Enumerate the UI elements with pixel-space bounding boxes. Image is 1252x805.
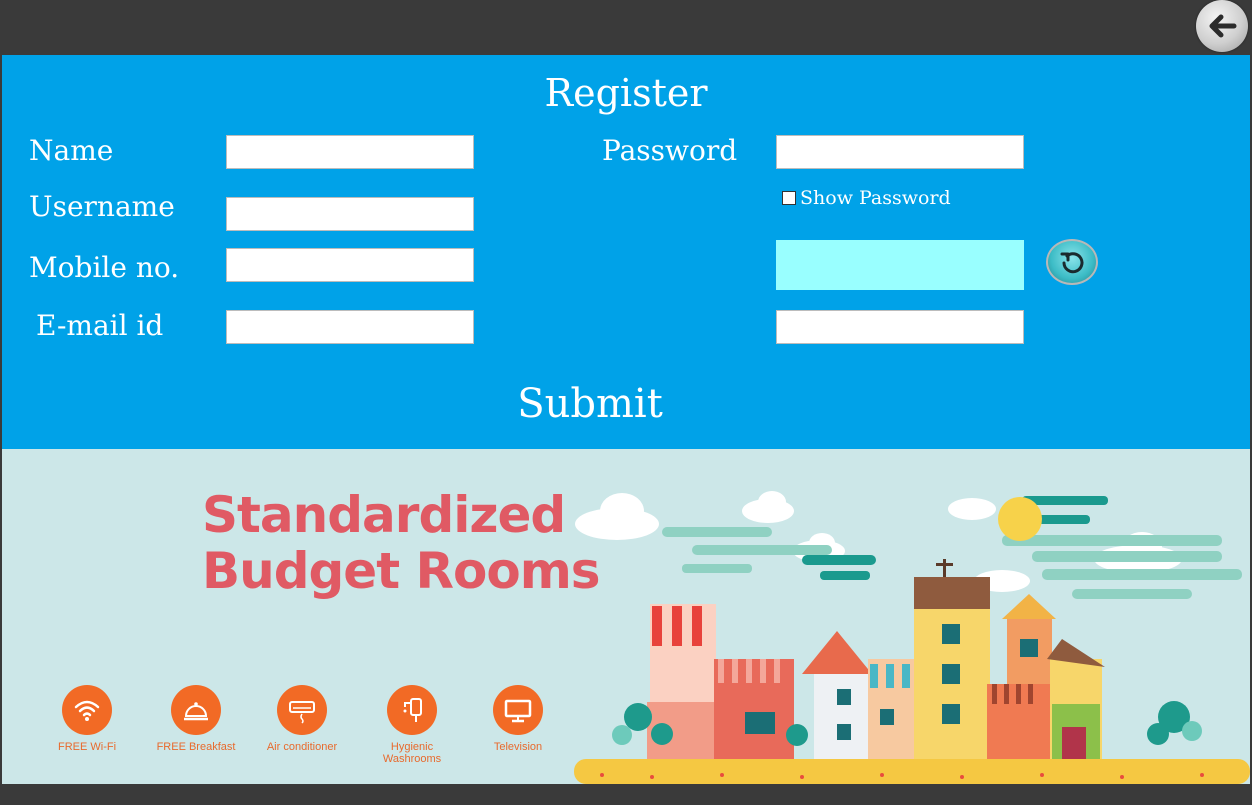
- breakfast-cloche-icon: [171, 685, 221, 735]
- amenity-breakfast: FREE Breakfast: [146, 685, 246, 753]
- washroom-icon: [387, 685, 437, 735]
- amenity-tv: Television: [468, 685, 568, 753]
- amenity-ac: Air conditioner: [252, 685, 352, 753]
- banner-title-line1: Standardized: [202, 486, 566, 544]
- amenity-label: FREE Wi-Fi: [57, 741, 117, 753]
- title-bar: [0, 0, 1252, 55]
- mobile-label: Mobile no.: [29, 251, 180, 284]
- register-form: Register Name Username Mobile no. E-mail…: [2, 55, 1250, 449]
- email-field[interactable]: [226, 310, 474, 344]
- username-field[interactable]: [226, 197, 474, 231]
- bottom-bar: [0, 784, 1252, 805]
- password-field[interactable]: [776, 135, 1024, 169]
- air-conditioner-icon: [277, 685, 327, 735]
- refresh-captcha-button[interactable]: [1046, 239, 1098, 285]
- username-label: Username: [29, 190, 175, 223]
- submit-button[interactable]: Submit: [2, 381, 1178, 427]
- name-field[interactable]: [226, 135, 474, 169]
- wifi-icon: [62, 685, 112, 735]
- banner-title-line2: Budget Rooms: [202, 542, 601, 600]
- name-label: Name: [29, 134, 114, 167]
- amenity-label: FREE Breakfast: [156, 741, 236, 753]
- amenity-label: Television: [493, 741, 543, 753]
- amenity-wifi: FREE Wi-Fi: [37, 685, 137, 753]
- mobile-field[interactable]: [226, 248, 474, 282]
- captcha-display: [776, 240, 1024, 290]
- show-password-label: Show Password: [800, 187, 951, 209]
- form-title: Register: [544, 71, 708, 115]
- back-button[interactable]: [1196, 0, 1248, 52]
- amenity-label: Hygienic Washrooms: [382, 741, 442, 765]
- amenity-label: Air conditioner: [266, 741, 338, 753]
- email-label: E-mail id: [36, 309, 164, 342]
- amenity-washroom: Hygienic Washrooms: [362, 685, 462, 765]
- budget-rooms-banner: Standardized Budget Rooms FREE Wi-Fi FRE…: [2, 449, 1250, 784]
- banner-title: Standardized Budget Rooms: [202, 486, 601, 600]
- show-password-toggle[interactable]: Show Password: [782, 187, 951, 209]
- back-arrow-icon: [1209, 14, 1237, 38]
- television-icon: [493, 685, 543, 735]
- captcha-input[interactable]: [776, 310, 1024, 344]
- password-label: Password: [602, 134, 738, 167]
- show-password-checkbox[interactable]: [782, 191, 796, 205]
- refresh-icon: [1060, 252, 1084, 274]
